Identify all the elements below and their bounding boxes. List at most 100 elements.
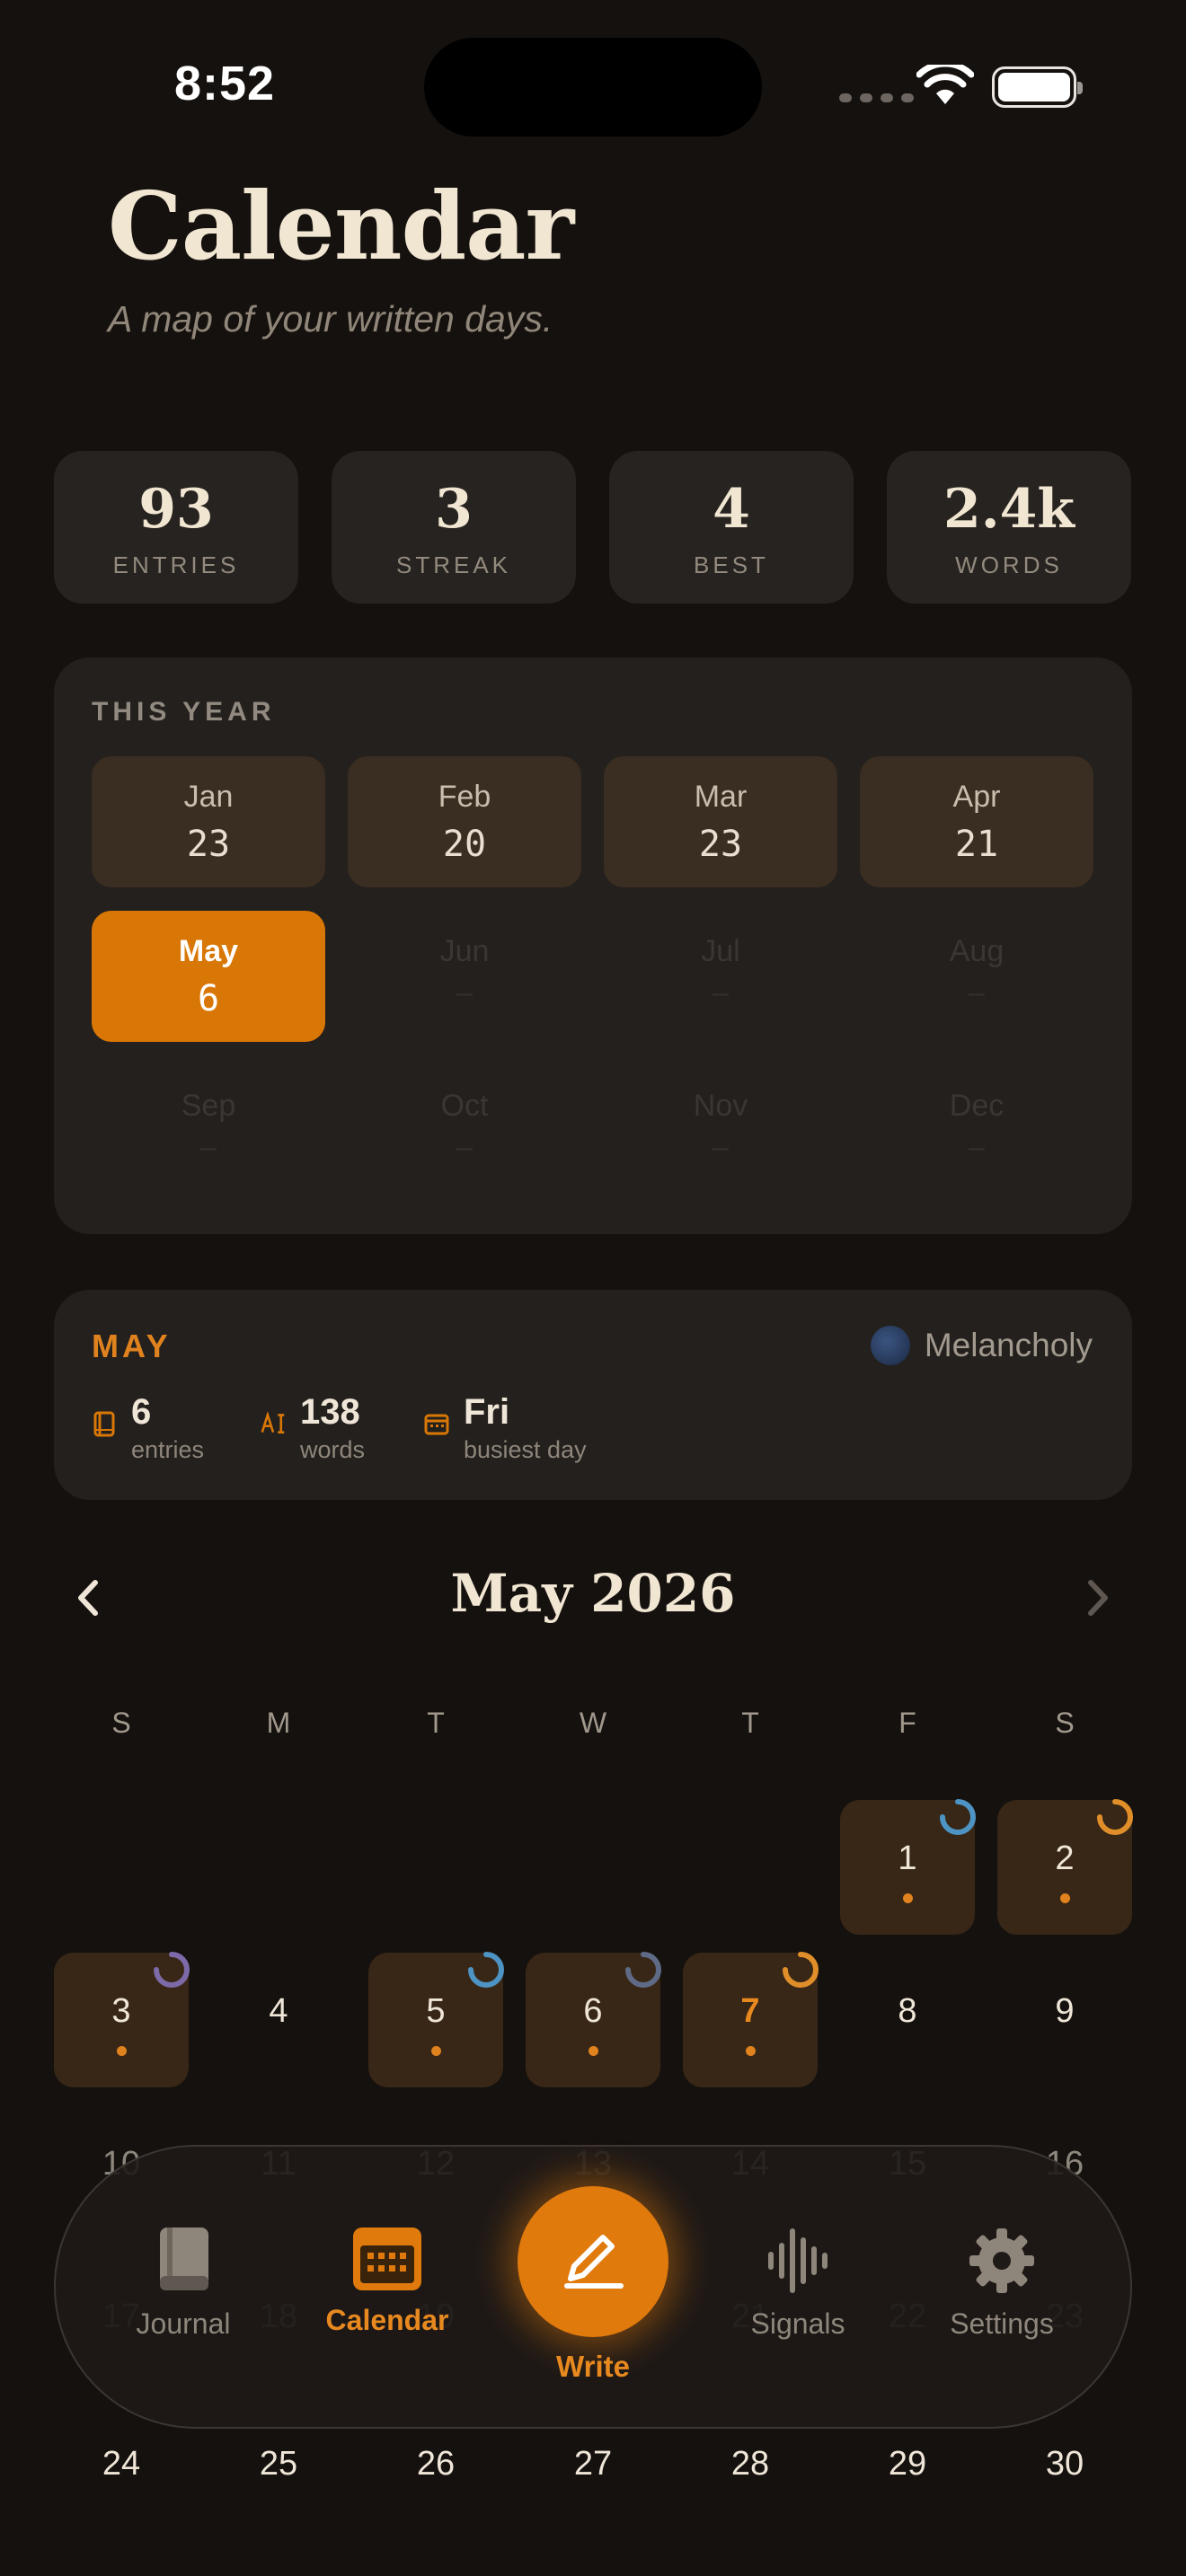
day-number: 9 xyxy=(1055,1992,1075,2030)
weekday-label: T xyxy=(741,1707,759,1739)
weekday-label: W xyxy=(579,1707,607,1739)
day-cell[interactable]: 5 xyxy=(368,1952,504,2087)
stat-label: ENTRIES xyxy=(112,551,240,578)
dynamic-island xyxy=(424,38,762,137)
write-button[interactable] xyxy=(518,2186,668,2337)
day-cell[interactable]: 6 xyxy=(526,1952,661,2087)
mood-indicator[interactable]: Melancholy xyxy=(870,1326,1093,1365)
month-name: Dec xyxy=(949,1089,1005,1123)
summary-entries-label: entries xyxy=(131,1436,205,1463)
mood-orb-icon xyxy=(870,1326,910,1365)
month-name: Sep xyxy=(181,1089,236,1123)
battery-icon xyxy=(992,66,1083,108)
weekday-label: M xyxy=(266,1707,291,1739)
weekday-label: F xyxy=(898,1707,916,1739)
mood-ring-icon xyxy=(625,1952,661,1988)
month-count: — xyxy=(456,978,474,1010)
month-name: Jan xyxy=(183,780,234,814)
tab-calendar[interactable]: Calendar xyxy=(306,2226,468,2337)
calendar-tab-icon xyxy=(353,2228,421,2290)
month-cell-apr[interactable]: Apr 21 xyxy=(860,756,1093,887)
month-name: Aug xyxy=(949,934,1005,968)
gear-icon xyxy=(969,2228,1034,2293)
chevron-left-icon[interactable] xyxy=(72,1577,104,1619)
wifi-icon xyxy=(916,65,974,104)
tab-settings-label: Settings xyxy=(950,2307,1054,2340)
month-count: — xyxy=(456,1133,474,1164)
month-name: Mar xyxy=(694,780,748,814)
stat-value: 4 xyxy=(712,478,750,541)
stat-card-best: 4 BEST xyxy=(609,451,854,604)
waveform-icon xyxy=(768,2228,828,2293)
entry-dot xyxy=(117,2046,127,2056)
tab-signals[interactable]: Signals xyxy=(717,2226,879,2341)
month-cell-dec: Dec — xyxy=(860,1065,1093,1196)
month-name: Jul xyxy=(701,934,740,968)
cellular-signal-icon xyxy=(839,93,914,102)
pencil-icon xyxy=(564,2235,624,2289)
month-cell-feb[interactable]: Feb 20 xyxy=(348,756,581,887)
day-number: 4 xyxy=(269,1992,288,2030)
day-cell[interactable]: 1 xyxy=(840,1799,976,1935)
day-cell[interactable]: 8 xyxy=(840,1953,975,2087)
month-cell-aug: Aug — xyxy=(860,911,1093,1042)
tab-calendar-label: Calendar xyxy=(325,2304,449,2336)
entry-dot xyxy=(431,2046,441,2056)
month-cell-jul: Jul — xyxy=(604,911,837,1042)
month-name: May xyxy=(178,934,239,968)
write-label: Write xyxy=(556,2350,630,2383)
mood-ring-icon xyxy=(1097,1799,1133,1835)
calendar-month-title: May 2026 xyxy=(450,1563,736,1624)
month-cell-oct: Oct — xyxy=(348,1065,581,1196)
month-cell-jan[interactable]: Jan 23 xyxy=(92,756,325,887)
month-name: Nov xyxy=(693,1089,748,1123)
stat-value: 2.4k xyxy=(943,478,1075,541)
month-count: 23 xyxy=(698,824,743,865)
month-count: 20 xyxy=(442,824,487,865)
tab-settings[interactable]: Settings xyxy=(921,2226,1083,2341)
summary-words-value: 138 xyxy=(300,1392,360,1432)
stat-value: 3 xyxy=(435,478,473,541)
weekday-label: S xyxy=(111,1707,131,1739)
month-name: Jun xyxy=(439,934,490,968)
day-cell[interactable]: 4 xyxy=(211,1953,346,2087)
weekday-label: S xyxy=(1055,1707,1075,1739)
summary-busiest-value: Fri xyxy=(464,1392,510,1432)
month-count: 6 xyxy=(197,978,220,1019)
year-heading: THIS YEAR xyxy=(92,697,276,727)
entry-dot xyxy=(903,1893,913,1903)
month-name: Oct xyxy=(440,1089,489,1123)
status-time: 8:52 xyxy=(174,57,276,110)
stat-value: 93 xyxy=(138,478,214,541)
month-count: 23 xyxy=(186,824,231,865)
mood-label: Melancholy xyxy=(924,1327,1093,1363)
notebook-icon xyxy=(93,1411,115,1437)
stat-label: BEST xyxy=(694,551,769,578)
entry-dot xyxy=(746,2046,756,2056)
year-overview-panel: THIS YEAR Jan 23 Feb 20 Mar 23 Apr 21 May 6 Jun — Ju… xyxy=(54,657,1132,1234)
mood-ring-icon xyxy=(783,1952,819,1988)
tab-signals-label: Signals xyxy=(750,2307,845,2340)
summary-month: MAY xyxy=(92,1328,172,1364)
summary-busiest: Fri busiest day xyxy=(424,1392,587,1464)
month-cell-may[interactable]: May 6 xyxy=(92,911,325,1042)
day-cell[interactable]: 9 xyxy=(997,1953,1132,2087)
day-cell[interactable]: 7 xyxy=(683,1952,819,2087)
text-cursor-icon xyxy=(261,1411,285,1434)
mood-ring-icon xyxy=(154,1952,190,1988)
month-cell-jun: Jun — xyxy=(348,911,581,1042)
month-count: 21 xyxy=(954,824,999,865)
book-icon xyxy=(160,2228,208,2290)
month-cell-mar[interactable]: Mar 23 xyxy=(604,756,837,887)
tab-journal[interactable]: Journal xyxy=(102,2226,264,2341)
day-cell[interactable]: 2 xyxy=(997,1799,1133,1935)
page-subtitle: A map of your written days. xyxy=(108,298,553,340)
day-cell[interactable]: 3 xyxy=(54,1952,190,2087)
chevron-right-icon[interactable] xyxy=(1082,1577,1114,1619)
month-name: Apr xyxy=(952,780,1001,814)
summary-busiest-label: busiest day xyxy=(464,1436,587,1463)
summary-words-label: words xyxy=(300,1436,366,1463)
calendar-icon xyxy=(424,1414,449,1435)
month-cell-sep: Sep — xyxy=(92,1065,325,1196)
stat-card-words: 2.4k WORDS xyxy=(887,451,1131,604)
